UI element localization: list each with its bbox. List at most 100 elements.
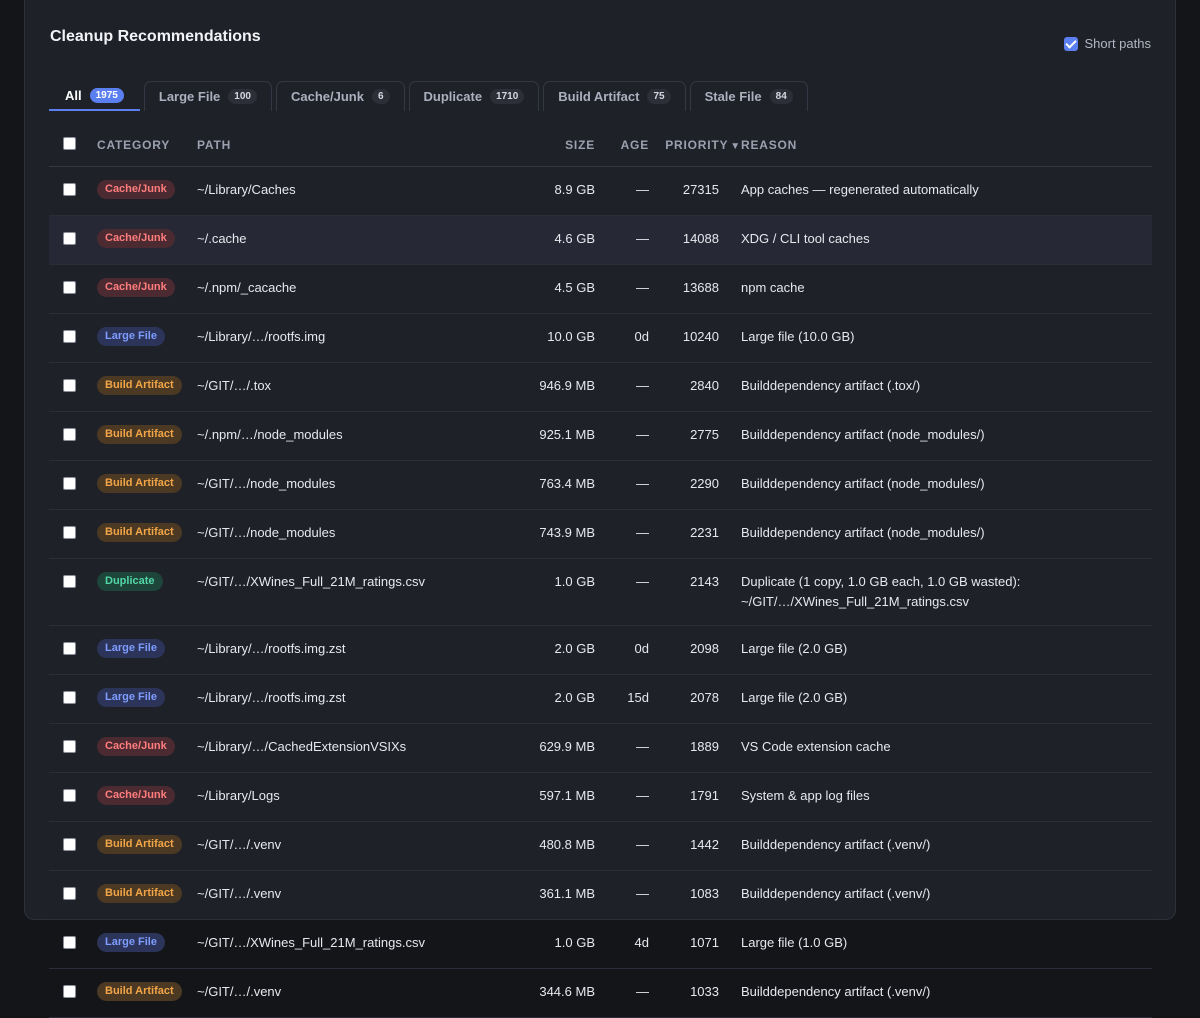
tab-large-file[interactable]: Large File 100 — [143, 81, 272, 111]
row-checkbox[interactable] — [63, 182, 76, 196]
table-row[interactable]: Build Artifact ~/GIT/…/.venv 361.1 MB —1083… — [49, 870, 1152, 920]
row-checkbox[interactable] — [63, 788, 76, 802]
size-cell: 2.0 GB — [537, 625, 607, 675]
table-row[interactable]: Cache/Junk ~/.npm/_cacache 4.5 GB —13688 npm… — [49, 264, 1152, 314]
size-cell: 1.0 GB — [537, 558, 607, 626]
row-checkbox[interactable] — [63, 476, 76, 490]
row-select-cell — [49, 625, 97, 675]
age-cell: — — [607, 264, 659, 314]
path-cell: ~/GIT/…/.venv — [197, 968, 537, 1018]
row-select-cell — [49, 772, 97, 822]
priority-cell: 13688 — [659, 264, 741, 314]
category-badge: Build Artifact — [97, 981, 182, 1001]
short-paths-label: Short paths — [1084, 36, 1152, 51]
category-tabs: All 1975 Large File 100 Cache/Junk 6 Dup… — [49, 81, 808, 111]
table-row[interactable]: Cache/Junk ~/Library/Logs 597.1 MB —1791 Sys… — [49, 772, 1152, 822]
row-checkbox[interactable] — [63, 574, 76, 588]
tab-stale-file[interactable]: Stale File 84 — [689, 81, 808, 111]
column-header-age[interactable]: AGE — [607, 124, 659, 167]
table-row[interactable]: Cache/Junk ~/Library/…/CachedExtensionVSI… — [49, 723, 1152, 773]
table-row[interactable]: Large File ~/GIT/…/XWines_Full_21M_rating… — [49, 919, 1152, 969]
row-checkbox[interactable] — [63, 427, 76, 441]
tab-count-badge: 75 — [647, 89, 671, 104]
category-badge: Large File — [97, 638, 165, 658]
path-cell: ~/.npm/_cacache — [197, 264, 537, 314]
column-header-size[interactable]: SIZE — [537, 124, 607, 167]
tab-duplicate[interactable]: Duplicate 1710 — [408, 81, 540, 111]
row-checkbox[interactable] — [63, 935, 76, 949]
row-checkbox[interactable] — [63, 525, 76, 539]
table-row[interactable]: Build Artifact ~/GIT/…/node_modules 763.4 … — [49, 460, 1152, 510]
short-paths-checkbox[interactable] — [1063, 36, 1078, 51]
priority-cell: 10240 — [659, 313, 741, 363]
size-cell: 946.9 MB — [537, 362, 607, 412]
table-row[interactable]: Build Artifact ~/GIT/…/.venv 480.8 MB —1442… — [49, 821, 1152, 871]
priority-cell: 27315 — [659, 166, 741, 216]
select-all-checkbox[interactable] — [63, 136, 76, 150]
category-cell: Cache/Junk — [97, 215, 197, 265]
row-select-cell — [49, 968, 97, 1018]
row-checkbox[interactable] — [63, 378, 76, 392]
reason-cell: Builddependency artifact (node_modules/) — [741, 509, 1152, 559]
row-select-cell — [49, 264, 97, 314]
age-cell: 4d — [607, 919, 659, 969]
table-row[interactable]: Build Artifact ~/.npm/…/node_modules 925.1… — [49, 411, 1152, 461]
priority-cell: 2290 — [659, 460, 741, 510]
priority-cell: 1033 — [659, 968, 741, 1018]
tab-all[interactable]: All 1975 — [49, 81, 140, 111]
table-row[interactable]: Large File ~/Library/…/rootfs.img 10.0 GB 0… — [49, 313, 1152, 363]
category-cell: Duplicate — [97, 558, 197, 626]
table-row[interactable]: Large File ~/Library/…/rootfs.img.zst 2.0 … — [49, 625, 1152, 675]
path-cell: ~/GIT/…/XWines_Full_21M_ratings.csv — [197, 919, 537, 969]
size-cell: 361.1 MB — [537, 870, 607, 920]
row-select-cell — [49, 411, 97, 461]
column-header-reason[interactable]: REASON — [741, 124, 1152, 167]
tab-count-badge: 1975 — [89, 87, 124, 103]
category-cell: Cache/Junk — [97, 166, 197, 216]
row-select-cell — [49, 362, 97, 412]
row-checkbox[interactable] — [63, 886, 76, 900]
row-select-cell — [49, 919, 97, 969]
table-row[interactable]: Build Artifact ~/GIT/…/node_modules 743.9 … — [49, 509, 1152, 559]
age-cell: 15d — [607, 674, 659, 724]
tab-label: Large File — [158, 89, 221, 104]
table-row[interactable]: Large File ~/Library/…/rootfs.img.zst 2.0 … — [49, 674, 1152, 724]
tab-label: Stale File — [704, 89, 762, 104]
column-header-priority[interactable]: PRIORITY ▼ — [659, 124, 741, 167]
age-cell: 0d — [607, 313, 659, 363]
size-cell: 4.6 GB — [537, 215, 607, 265]
column-header-category[interactable]: CATEGORY — [97, 124, 197, 167]
row-checkbox[interactable] — [63, 984, 76, 998]
short-paths-toggle[interactable]: Short paths — [1063, 36, 1152, 51]
category-badge: Cache/Junk — [97, 785, 175, 805]
tab-cache-junk[interactable]: Cache/Junk 6 — [275, 81, 405, 111]
row-checkbox[interactable] — [63, 690, 76, 704]
category-badge: Duplicate — [97, 571, 163, 591]
reason-cell: XDG / CLI tool caches — [741, 215, 1152, 265]
age-cell: — — [607, 821, 659, 871]
tab-build-artifact[interactable]: Build Artifact 75 — [543, 81, 686, 111]
row-checkbox[interactable] — [63, 641, 76, 655]
row-checkbox[interactable] — [63, 739, 76, 753]
age-cell: — — [607, 215, 659, 265]
table-row[interactable]: Cache/Junk ~/.cache 4.6 GB —14088 XDG / CLI … — [49, 215, 1152, 265]
reason-cell: Builddependency artifact (node_modules/) — [741, 411, 1152, 461]
row-checkbox[interactable] — [63, 329, 76, 343]
table-row[interactable]: Build Artifact ~/GIT/…/.tox 946.9 MB —2840 B… — [49, 362, 1152, 412]
row-select-cell — [49, 460, 97, 510]
tab-count-badge: 6 — [371, 89, 390, 104]
priority-cell: 1442 — [659, 821, 741, 871]
row-select-cell — [49, 723, 97, 773]
size-cell: 8.9 GB — [537, 166, 607, 216]
size-cell: 480.8 MB — [537, 821, 607, 871]
table-row[interactable]: Build Artifact ~/GIT/…/.venv 344.6 MB —1033… — [49, 968, 1152, 1018]
row-select-cell — [49, 821, 97, 871]
row-checkbox[interactable] — [63, 231, 76, 245]
row-checkbox[interactable] — [63, 837, 76, 851]
table-row[interactable]: Duplicate ~/GIT/…/XWines_Full_21M_ratings… — [49, 558, 1152, 626]
row-checkbox[interactable] — [63, 280, 76, 294]
cleanup-panel: Cleanup Recommendations Short paths All … — [24, 0, 1176, 1018]
path-cell: ~/GIT/…/node_modules — [197, 509, 537, 559]
table-row[interactable]: Cache/Junk ~/Library/Caches 8.9 GB —27315 Ap… — [49, 166, 1152, 216]
column-header-path[interactable]: PATH — [197, 124, 537, 167]
